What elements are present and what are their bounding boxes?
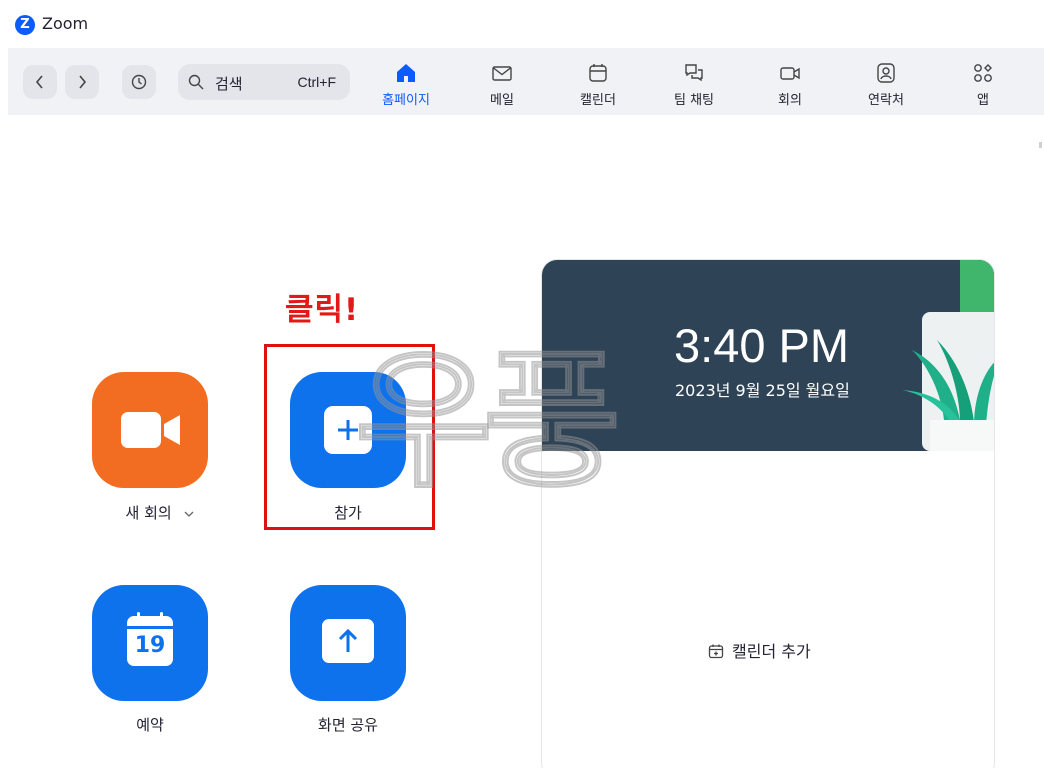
search-icon	[188, 74, 204, 90]
calendar-icon	[589, 64, 607, 82]
click-annotation: 클릭!	[285, 292, 360, 328]
add-calendar-label: 캘린더 추가	[732, 642, 811, 661]
calendar-panel: 3:40 PM 2023년 9월 25일 월요일 캘린더 추가	[541, 259, 995, 768]
forward-button[interactable]	[65, 65, 99, 99]
new-meeting-text: 새 회의	[125, 504, 172, 522]
apps-icon	[974, 64, 992, 82]
plant-illustration-icon	[902, 260, 994, 451]
tab-mail[interactable]: 메일	[462, 62, 542, 108]
search-label: 검색	[215, 75, 243, 93]
tab-label: 연락처	[868, 93, 904, 108]
tab-label: 메일	[490, 93, 514, 108]
calendar-icon: 19	[127, 612, 173, 666]
new-meeting-button[interactable]	[92, 372, 208, 488]
tab-label: 앱	[977, 93, 989, 108]
tab-calendar[interactable]: 캘린더	[558, 62, 638, 108]
clock-date: 2023년 9월 25일 월요일	[675, 381, 850, 400]
tab-home[interactable]: 홈페이지	[366, 62, 446, 108]
zoom-logo-icon: Z	[15, 15, 35, 35]
tab-contacts[interactable]: 연락처	[846, 62, 926, 108]
app-title: Zoom	[42, 14, 89, 33]
tab-label: 캘린더	[580, 93, 616, 108]
calendar-day: 19	[134, 633, 166, 658]
new-meeting-label[interactable]: 새 회의	[110, 502, 210, 523]
video-icon	[780, 67, 800, 80]
upload-arrow-icon	[322, 619, 374, 663]
clock-time: 3:40 PM	[674, 319, 850, 372]
tab-label: 팀 채팅	[673, 93, 714, 108]
share-screen-button[interactable]	[290, 585, 406, 701]
tab-meetings[interactable]: 회의	[750, 62, 830, 108]
chevron-left-icon	[35, 75, 43, 89]
chevron-down-icon	[185, 511, 194, 517]
history-button[interactable]	[122, 65, 156, 99]
mail-icon	[492, 66, 512, 81]
back-button[interactable]	[23, 65, 57, 99]
video-camera-icon	[121, 412, 180, 448]
schedule-button[interactable]: 19	[92, 585, 208, 701]
home-icon	[397, 64, 415, 82]
toolbar: 검색 Ctrl+F 홈페이지 메일 캘린더 팀 채팅 회의 연락처 앱	[8, 48, 1044, 115]
chevron-right-icon	[79, 75, 87, 89]
scrollbar[interactable]	[1039, 142, 1042, 148]
highlight-box	[264, 344, 435, 530]
title-bar: Z Zoom	[0, 0, 1044, 48]
tab-label: 회의	[778, 93, 802, 108]
calendar-add-icon	[708, 644, 724, 659]
search-bar[interactable]: 검색 Ctrl+F	[178, 64, 350, 100]
add-calendar-button[interactable]: 캘린더 추가	[708, 638, 811, 662]
share-screen-label: 화면 공유	[318, 716, 378, 734]
schedule-label: 예약	[136, 716, 164, 734]
calendar-header: 3:40 PM 2023년 9월 25일 월요일	[542, 260, 994, 451]
contacts-icon	[877, 63, 895, 83]
history-icon	[131, 74, 147, 90]
chat-icon	[685, 64, 703, 82]
search-shortcut: Ctrl+F	[297, 74, 337, 90]
tab-apps[interactable]: 앱	[943, 62, 1023, 108]
tab-team-chat[interactable]: 팀 채팅	[654, 62, 734, 108]
tab-label: 홈페이지	[382, 93, 430, 108]
